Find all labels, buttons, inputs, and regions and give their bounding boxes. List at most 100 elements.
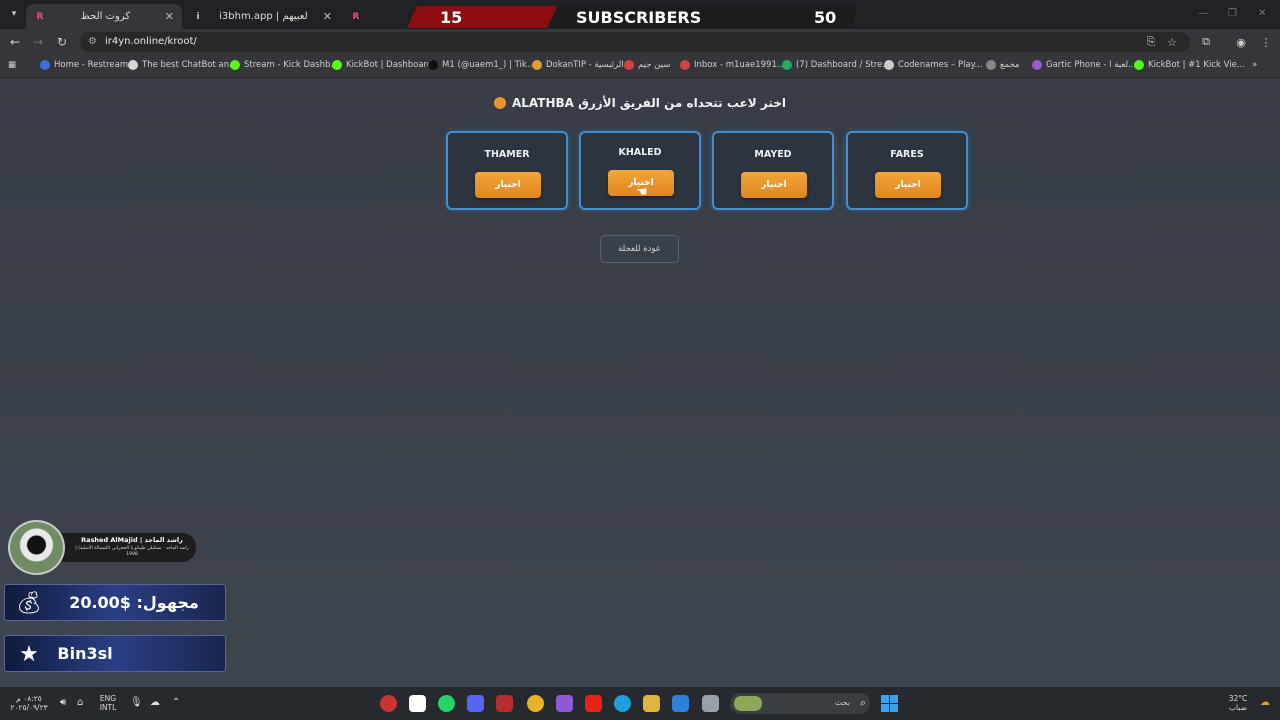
tiktok-icon bbox=[428, 60, 438, 70]
select-player-button[interactable]: اختيار bbox=[475, 172, 541, 198]
reload-icon[interactable]: ↻ bbox=[54, 34, 70, 50]
page-title-text: ALATHBA اختر لاعب تتحداه من الفريق الأزر… bbox=[511, 96, 787, 110]
select-player-button[interactable]: اختيار bbox=[875, 172, 941, 198]
app-discord-icon[interactable] bbox=[467, 695, 484, 712]
subscribers-current: 15 bbox=[440, 8, 463, 27]
donation-text: مجهول: $20.00 bbox=[69, 593, 199, 612]
translate-icon[interactable]: ⎘ bbox=[1143, 34, 1159, 50]
language-bottom: INTL bbox=[99, 703, 117, 712]
app-capcut-icon[interactable] bbox=[409, 695, 426, 712]
page-title: ALATHBA اختر لاعب تتحداه من الفريق الأزر… bbox=[0, 96, 1280, 110]
taskbar-search-box[interactable]: بحث ⌕ bbox=[730, 693, 870, 714]
app-obs-icon[interactable] bbox=[380, 695, 397, 712]
tab-i3bhm[interactable]: i i3bhm.app | لعبيهم ✕ bbox=[184, 4, 340, 29]
tab-kroot[interactable]: R كروت الحظ ✕ bbox=[26, 4, 182, 29]
bookmark-item[interactable]: Home - Restream bbox=[40, 60, 128, 70]
bookmark-item[interactable]: Inbox - m1uae1991... bbox=[680, 60, 785, 70]
subscribers-red-band bbox=[406, 6, 558, 28]
app-edge-icon[interactable] bbox=[614, 695, 631, 712]
tab-title: i3bhm.app | لعبيهم bbox=[219, 11, 308, 22]
bookmark-item[interactable]: سين جيم bbox=[624, 60, 670, 70]
weather-widget[interactable]: 32°C ضباب bbox=[1220, 694, 1256, 712]
avatar bbox=[8, 520, 65, 575]
url-text: ir4yn.online/kroot/ bbox=[105, 36, 197, 47]
subscribers-goal: 50 bbox=[814, 8, 837, 27]
clock[interactable]: ٠٨:٢٥ م ٢٠٢٥/٠٩/٢٣ bbox=[6, 694, 52, 712]
menu-dots-icon[interactable]: ⋮ bbox=[1258, 34, 1274, 50]
bookmark-item[interactable]: مجمع bbox=[986, 60, 1019, 70]
star-icon: ★ bbox=[19, 641, 39, 667]
minimize-icon[interactable]: — bbox=[1198, 8, 1208, 19]
network-icon[interactable]: ⌂ bbox=[77, 697, 83, 708]
bookmark-label: Home - Restream bbox=[54, 60, 129, 70]
back-arrow-icon[interactable]: ← bbox=[7, 34, 23, 50]
i3bhm-favicon-icon: i bbox=[196, 11, 200, 22]
player-card-thamer[interactable]: THAMER اختيار bbox=[446, 131, 568, 210]
bookmark-label: KickBot | Dashboard bbox=[346, 60, 433, 70]
bookmark-item[interactable]: KickBot | Dashboard bbox=[332, 60, 432, 70]
bookmark-label: سين جيم bbox=[638, 60, 671, 70]
bookmark-label: Gartic Phone - لعبة ا... bbox=[1046, 60, 1137, 70]
app-whatsapp-icon[interactable] bbox=[438, 695, 455, 712]
app-streamer-icon[interactable] bbox=[496, 695, 513, 712]
app-store-icon[interactable] bbox=[672, 695, 689, 712]
close-icon[interactable]: ✕ bbox=[165, 10, 174, 23]
profile-bio: راشد الماجد - يشكيلي ظبيانو يا الحجراني … bbox=[75, 546, 189, 557]
bookmark-item[interactable]: Stream - Kick Dashb... bbox=[230, 60, 339, 70]
bookmark-star-icon[interactable]: ☆ bbox=[1164, 34, 1180, 50]
maximize-icon[interactable]: ❐ bbox=[1228, 8, 1237, 19]
bookmark-item[interactable]: M1 (@uaem1_) | Tik... bbox=[428, 60, 535, 70]
microphone-icon[interactable]: 🎙︎ bbox=[130, 697, 143, 708]
bookmark-item[interactable]: (7) Dashboard / Stre... bbox=[782, 60, 891, 70]
bookmark-item[interactable]: KickBot | #1 Kick Vie... bbox=[1134, 60, 1245, 70]
tab-restream[interactable]: R bbox=[342, 4, 372, 29]
windows-taskbar: ٠٨:٢٥ م ٢٠٢٥/٠٩/٢٣ 🔊︎ ⌂ ENG INTL 🎙︎ ☁ ⌃ … bbox=[0, 687, 1280, 720]
app-copilot-icon[interactable] bbox=[556, 695, 573, 712]
app-chrome-icon[interactable] bbox=[527, 695, 544, 712]
folder-icon bbox=[986, 60, 996, 70]
apps-grid-icon[interactable]: ▦ bbox=[8, 60, 16, 70]
extensions-icon[interactable]: ⧉ bbox=[1198, 34, 1214, 50]
profile-name: Rashed AlMajid | راشد الماجد bbox=[81, 536, 183, 544]
hand-cursor-icon: ☚ bbox=[636, 185, 648, 200]
follower-alert-overlay: ★ Bin3sl bbox=[4, 635, 226, 672]
dashboard-icon bbox=[782, 60, 792, 70]
bookmark-item[interactable]: The best ChatBot an... bbox=[128, 60, 237, 70]
gmail-icon bbox=[680, 60, 690, 70]
player-card-fares[interactable]: FARES اختيار bbox=[846, 131, 968, 210]
restream-favicon-icon: R bbox=[352, 11, 360, 22]
close-icon[interactable]: ✕ bbox=[323, 10, 332, 23]
volume-icon[interactable]: 🔊︎ bbox=[60, 697, 66, 708]
app-file-explorer-icon[interactable] bbox=[643, 695, 660, 712]
forward-arrow-icon[interactable]: → bbox=[30, 34, 46, 50]
select-player-button[interactable]: اختيار bbox=[741, 172, 807, 198]
language-indicator[interactable]: ENG INTL bbox=[94, 694, 122, 712]
follower-name: Bin3sl bbox=[57, 644, 113, 663]
more-bookmarks-icon[interactable]: » bbox=[1252, 60, 1257, 70]
player-name: KHALED bbox=[618, 147, 662, 158]
address-bar[interactable]: ⚙ ir4yn.online/kroot/ bbox=[80, 32, 1190, 52]
app-task-view-icon[interactable] bbox=[702, 695, 719, 712]
windows-start-icon[interactable] bbox=[881, 695, 898, 712]
back-to-wheel-button[interactable]: عودة للعجلة bbox=[600, 235, 679, 263]
bookmark-label: KickBot | #1 Kick Vie... bbox=[1148, 60, 1245, 70]
player-card-mayed[interactable]: MAYED اختيار bbox=[712, 131, 834, 210]
weather-desc: ضباب bbox=[1229, 703, 1247, 712]
streamer-profile-overlay: Rashed AlMajid | راشد الماجد راشد الماجد… bbox=[8, 520, 196, 575]
cloud-icon[interactable]: ☁ bbox=[150, 697, 160, 708]
chevron-up-icon[interactable]: ⌃ bbox=[172, 697, 180, 708]
donation-alert-overlay: 💰︎ مجهول: $20.00 bbox=[4, 584, 226, 621]
player-name: FARES bbox=[890, 149, 924, 160]
bookmark-item[interactable]: Codenames – Play... bbox=[884, 60, 983, 70]
bookmark-item[interactable]: DokanTIP - الرئيسية bbox=[532, 60, 624, 70]
bookmark-item[interactable]: Gartic Phone - لعبة ا... bbox=[1032, 60, 1136, 70]
profile-avatar-icon[interactable]: ◉ bbox=[1233, 34, 1249, 50]
app-youtube-icon[interactable] bbox=[585, 695, 602, 712]
gartic-icon bbox=[1032, 60, 1042, 70]
close-window-icon[interactable]: ✕ bbox=[1258, 8, 1266, 19]
restream-icon bbox=[40, 60, 50, 70]
tab-search-icon[interactable]: ▾ bbox=[6, 6, 22, 22]
browser-toolbar: ← → ↻ ⚙ ir4yn.online/kroot/ ⎘ ☆ ⧉ ◉ ⋮ bbox=[0, 29, 1280, 55]
seen-jeem-icon bbox=[624, 60, 634, 70]
site-info-icon[interactable]: ⚙ bbox=[88, 36, 97, 47]
